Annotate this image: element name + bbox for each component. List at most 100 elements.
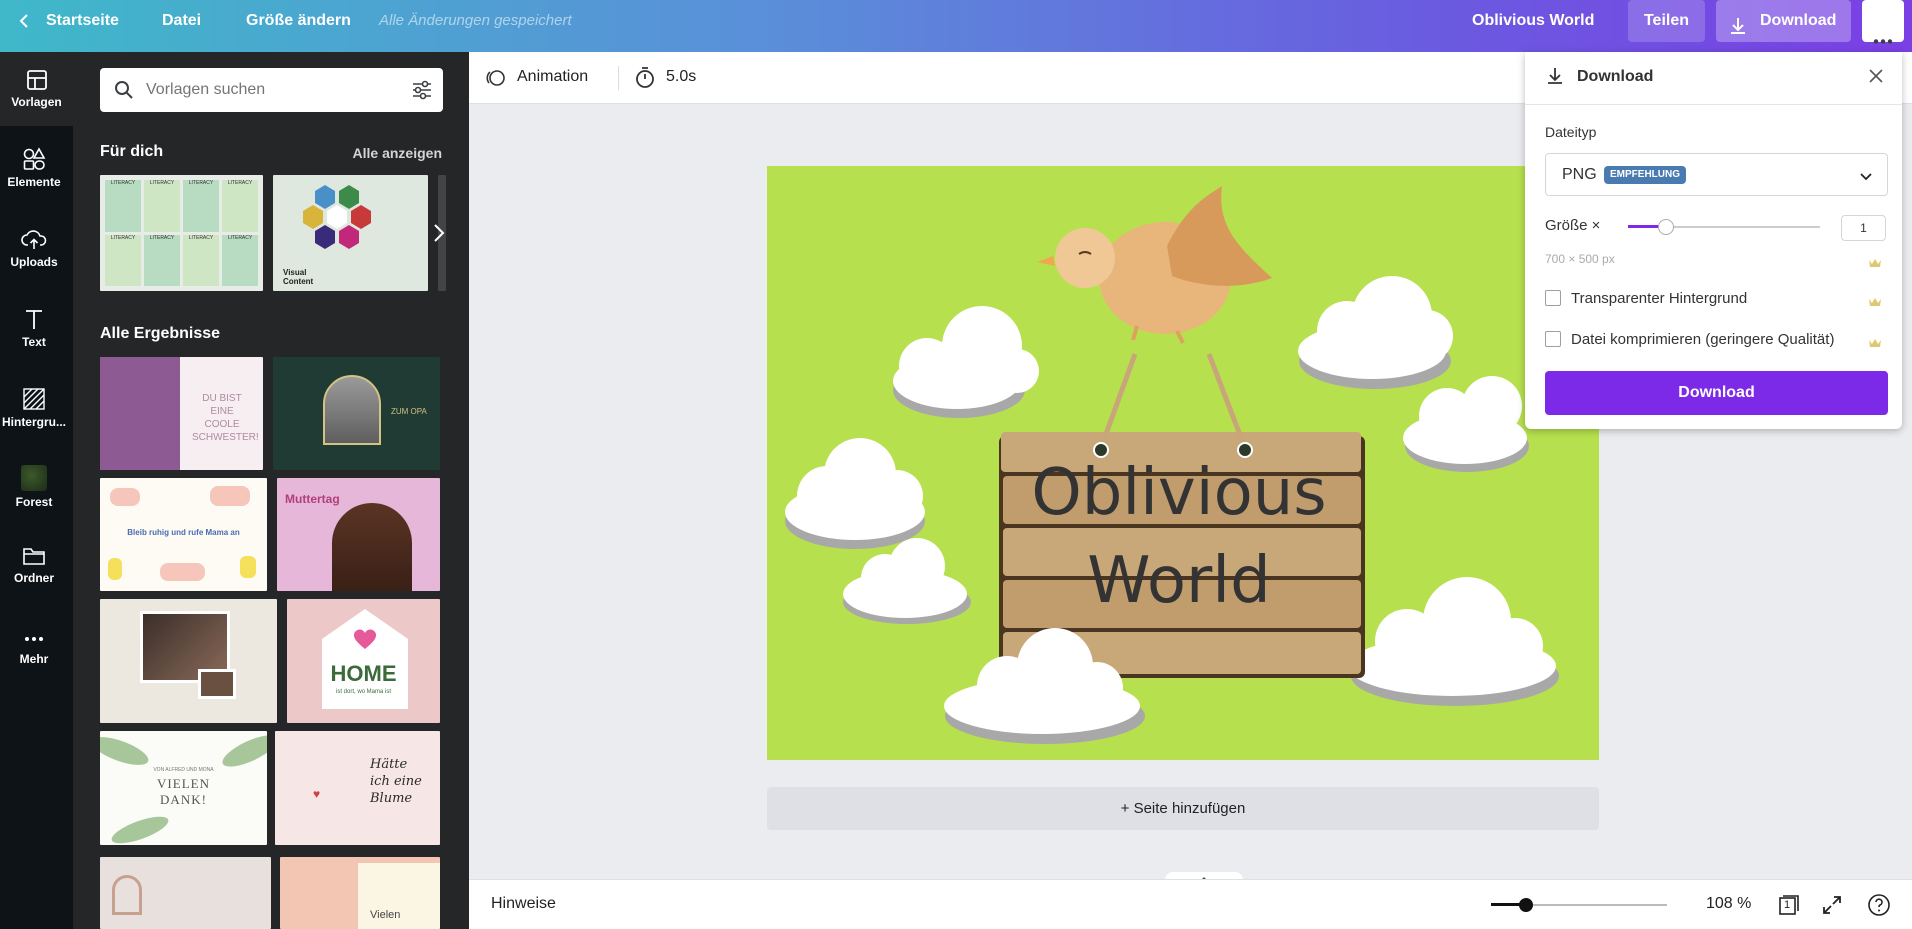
back-chevron-icon[interactable] [18, 13, 30, 34]
animation-icon [485, 67, 507, 94]
duration-button[interactable]: 5.0s [666, 68, 696, 86]
photo-arch [323, 375, 381, 445]
home-subtext: ist dort, wo Mama ist [335, 689, 391, 695]
home-link[interactable]: Startseite [46, 0, 119, 42]
leaf-decoration [108, 811, 172, 845]
filetype-value: PNG [1562, 166, 1597, 183]
compress-label[interactable]: Datei komprimieren (geringere Qualität) [1571, 331, 1834, 348]
compress-checkbox[interactable] [1545, 331, 1561, 347]
pink-blob [210, 486, 250, 506]
more-button[interactable] [1862, 0, 1904, 44]
dimensions-text: 700 × 500 px [1545, 252, 1615, 266]
visual-content-label: Visual Content [283, 268, 314, 286]
template-thumb-photo-family[interactable] [100, 599, 277, 723]
templates-icon [26, 70, 47, 90]
cool-sister-text: DU BIST EINE COOLE SCHWESTER! [192, 393, 259, 443]
search-input[interactable] [146, 68, 386, 112]
forest-thumb [21, 465, 47, 491]
animation-button[interactable]: Animation [517, 68, 588, 86]
scene-illustration: Oblivious World [767, 166, 1599, 760]
zoom-slider-thumb[interactable] [1519, 898, 1534, 912]
template-thumb-muttertag[interactable]: Muttertag [277, 478, 440, 591]
literacy-card: LITERACY [183, 234, 219, 286]
background-icon [23, 388, 45, 410]
section-title-all-results: Alle Ergebnisse [100, 325, 221, 342]
see-all-link[interactable]: Alle anzeigen [353, 145, 442, 161]
resize-menu[interactable]: Größe ändern [246, 0, 351, 42]
photo-frame [198, 669, 236, 699]
download-button[interactable]: Download [1716, 0, 1851, 42]
more-icon [25, 637, 43, 641]
elements-icon [23, 147, 46, 170]
rail-item-more[interactable]: Mehr [0, 630, 68, 666]
heart-icon: ♥ [313, 787, 321, 801]
download-submit-button[interactable]: Download [1545, 371, 1888, 415]
rail-item-folder[interactable]: Ordner [0, 545, 68, 585]
close-icon[interactable] [1868, 68, 1884, 89]
transparent-bg-label[interactable]: Transparenter Hintergrund [1571, 290, 1747, 307]
top-bar: Startseite Datei Größe ändern Alle Änder… [0, 0, 1912, 52]
template-thumb-mutter[interactable] [100, 857, 271, 929]
divider [618, 66, 619, 90]
filetype-select[interactable]: PNG EMPFEHLUNG [1545, 153, 1888, 196]
template-thumb-literacy[interactable]: LITERACY LITERACY LITERACY LITERACY LITE… [100, 175, 263, 291]
bottom-bar: Hinweise 108 % 1 [469, 879, 1912, 929]
design-page[interactable]: Oblivious World [767, 166, 1599, 760]
side-rail: Vorlagen Elemente Uploads Text Hintergru… [0, 52, 73, 929]
size-slider[interactable] [1628, 219, 1820, 235]
home-text: HOME [330, 661, 397, 686]
pink-blob [160, 563, 205, 581]
filter-icon[interactable] [411, 80, 433, 105]
chevron-down-icon [1859, 169, 1873, 187]
template-thumb-visual-content[interactable]: Visual Content [273, 175, 428, 291]
template-thumb-vielen[interactable]: Vielen [280, 857, 440, 929]
rail-item-text[interactable]: Text [0, 307, 68, 349]
document-title[interactable]: Oblivious World [1472, 0, 1594, 42]
download-panel: Download Dateityp PNG EMPFEHLUNG Größe ×… [1525, 52, 1902, 429]
file-menu[interactable]: Datei [162, 0, 201, 42]
rail-item-templates[interactable]: Vorlagen [0, 52, 73, 126]
notes-button[interactable]: Hinweise [491, 895, 556, 913]
page-count-button[interactable]: 1 [1778, 894, 1800, 916]
rail-item-uploads[interactable]: Uploads [0, 227, 68, 269]
help-icon[interactable] [1867, 893, 1891, 922]
recommend-badge: EMPFEHLUNG [1604, 166, 1686, 184]
template-thumb-home[interactable]: HOME ist dort, wo Mama ist [287, 599, 440, 723]
share-button[interactable]: Teilen [1628, 0, 1705, 42]
templates-panel: Für dich Alle anzeigen LITERACY LITERACY… [73, 52, 469, 929]
search-icon [114, 80, 134, 105]
folder-icon [23, 548, 45, 565]
rail-label: Mehr [19, 652, 49, 666]
size-slider-thumb[interactable] [1658, 219, 1675, 235]
carousel-next-arrow[interactable] [423, 215, 453, 251]
photo-mother-child [332, 503, 412, 591]
literacy-card: LITERACY [144, 234, 180, 286]
download-button-label: Download [1760, 12, 1837, 29]
arch-decoration [112, 875, 142, 915]
transparent-bg-checkbox[interactable] [1545, 290, 1561, 306]
zoom-slider[interactable] [1491, 898, 1667, 912]
download-panel-title: Download [1577, 68, 1654, 85]
rail-item-background[interactable]: Hintergru... [0, 387, 68, 429]
size-input[interactable] [1841, 215, 1886, 241]
literacy-card: LITERACY [105, 234, 141, 286]
template-thumb-zum-opa[interactable]: ZUM OPA [273, 357, 440, 470]
page-count: 1 [1784, 899, 1791, 911]
fullscreen-icon[interactable] [1821, 894, 1843, 921]
rail-item-elements[interactable]: Elemente [0, 147, 68, 189]
template-thumb-cool-sister[interactable]: DU BIST EINE COOLE SCHWESTER! [100, 357, 263, 470]
crown-icon [1868, 294, 1882, 306]
zum-opa-text: ZUM OPA [391, 407, 427, 416]
template-thumb-vielen-dank[interactable]: VON ALFRED UND MONA VIELEN DANK! [100, 731, 267, 845]
crown-icon [1868, 335, 1882, 347]
literacy-card: LITERACY [222, 180, 258, 232]
search-box[interactable] [100, 68, 443, 112]
template-thumb-blume[interactable]: Hätte ich eine Blume ♥ [275, 731, 440, 845]
vielen-dank-subtext: VON ALFRED UND MONA [153, 767, 214, 773]
muttertag-text: Muttertag [285, 492, 340, 506]
template-thumb-mama[interactable]: Bleib ruhig und rufe Mama an [100, 478, 267, 591]
rail-label: Ordner [13, 571, 54, 585]
add-page-button[interactable]: + Seite hinzufügen [767, 787, 1599, 830]
rail-item-forest[interactable]: Forest [0, 465, 68, 509]
zoom-level[interactable]: 108 % [1706, 895, 1751, 913]
